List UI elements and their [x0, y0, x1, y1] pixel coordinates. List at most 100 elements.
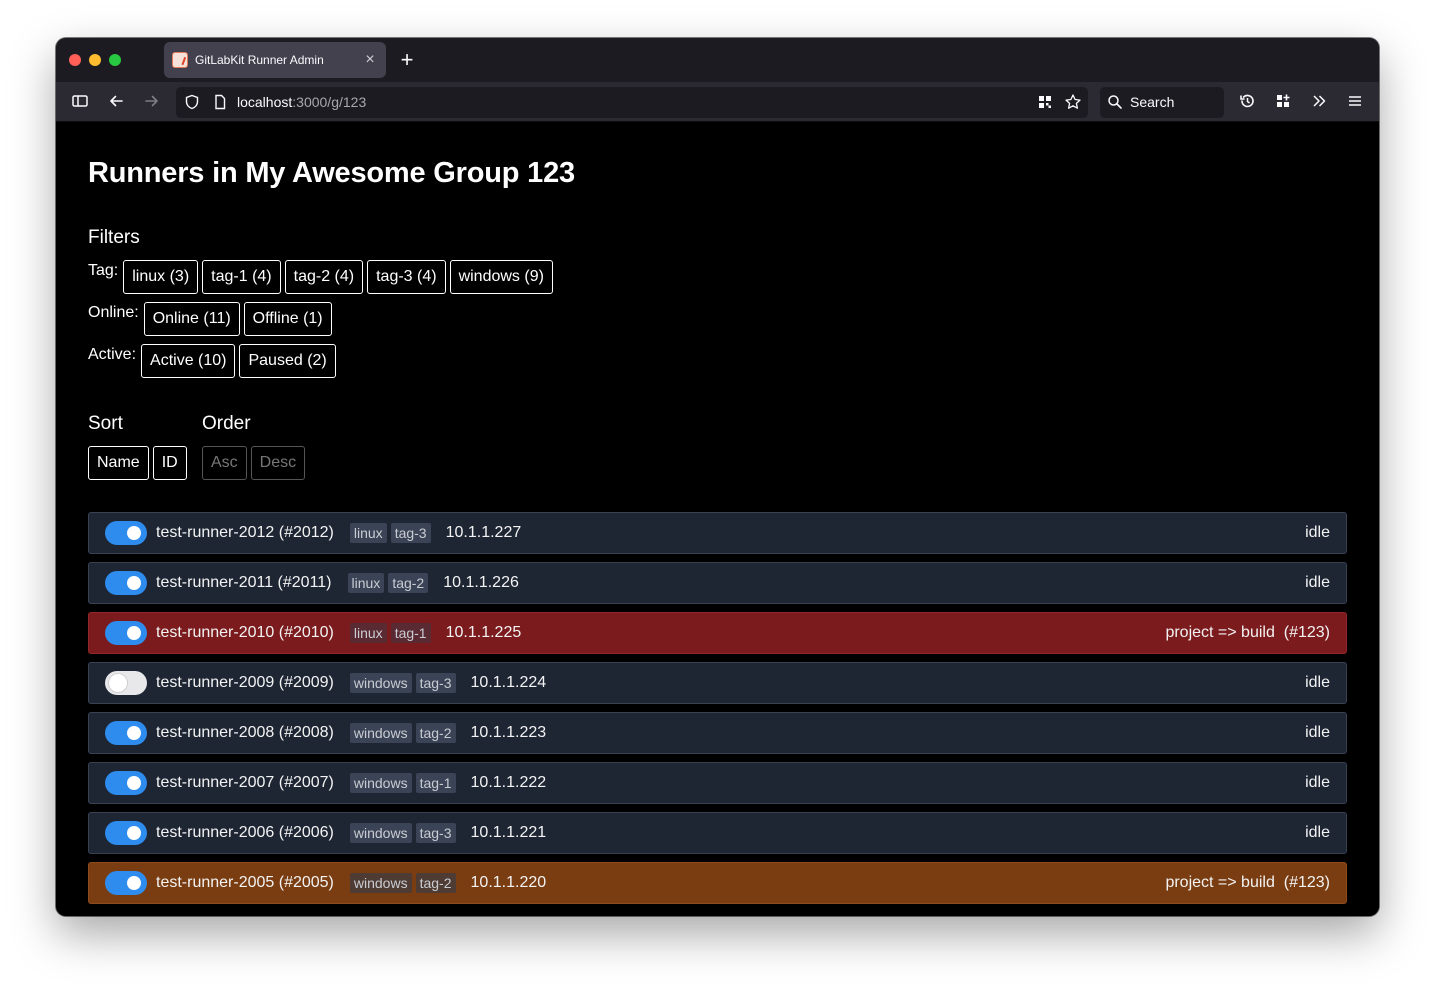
shield-icon[interactable] — [182, 93, 202, 117]
runner-active-toggle[interactable] — [105, 621, 147, 645]
runner-active-toggle[interactable] — [105, 821, 147, 845]
runner-status: idle — [1305, 524, 1330, 541]
runner-tag: tag-2 — [415, 723, 456, 743]
runner-name: test-runner-2012 (#2012) — [156, 524, 334, 541]
runner-row[interactable]: test-runner-2009 (#2009) windows tag-3 10.1… — [88, 662, 1347, 704]
runner-tag: windows — [349, 873, 412, 893]
runner-active-toggle[interactable] — [105, 871, 147, 895]
sort-name-button[interactable]: Name — [88, 446, 149, 480]
filter-chip-tag-3[interactable]: tag-3 (4) — [367, 260, 446, 294]
runner-status: idle — [1305, 774, 1330, 791]
back-arrow-icon[interactable] — [106, 92, 126, 116]
runner-tag: tag-3 — [415, 673, 456, 693]
runner-status: project => build (#123) — [1165, 874, 1330, 891]
sort-id-button[interactable]: ID — [152, 446, 187, 480]
nav-toolbar: localhost:3000/g/123 Search — [56, 82, 1379, 122]
runner-ip: 10.1.1.223 — [470, 724, 547, 741]
runner-name: test-runner-2011 (#2011) — [156, 574, 332, 591]
runner-ip: 10.1.1.227 — [445, 524, 522, 541]
runner-tag: tag-3 — [390, 523, 431, 543]
hamburger-menu-icon[interactable] — [1345, 92, 1365, 116]
filter-label-online: Online: — [88, 304, 139, 321]
sidebar-toggle-icon[interactable] — [70, 92, 90, 116]
runner-ip: 10.1.1.225 — [445, 624, 522, 641]
filter-label-tag: Tag: — [88, 262, 119, 279]
close-tab-icon[interactable]: × — [360, 51, 380, 69]
runner-active-toggle[interactable] — [105, 671, 147, 695]
extensions-icon[interactable] — [1273, 92, 1293, 116]
filter-chip-linux[interactable]: linux (3) — [123, 260, 199, 294]
tab-title: GitLabKit Runner Admin — [195, 53, 324, 67]
runner-row[interactable]: test-runner-2005 (#2005) windows tag-2 10.1… — [88, 862, 1347, 904]
sort-options: Name ID — [88, 446, 191, 480]
overflow-chevrons-icon[interactable] — [1309, 92, 1329, 116]
runner-active-toggle[interactable] — [105, 571, 147, 595]
runner-tag: tag-2 — [388, 573, 429, 593]
runner-active-toggle[interactable] — [105, 721, 147, 745]
runner-status: idle — [1305, 574, 1330, 591]
runner-ip: 10.1.1.226 — [443, 574, 519, 591]
runner-tag: windows — [349, 823, 412, 843]
runner-status: project => build (#123) — [1165, 624, 1330, 641]
runner-tag: tag-2 — [415, 873, 456, 893]
runner-name: test-runner-2005 (#2005) — [156, 874, 334, 891]
runner-tag: tag-1 — [415, 773, 456, 793]
history-icon[interactable] — [1237, 92, 1257, 116]
qr-code-icon[interactable] — [1035, 93, 1055, 117]
runner-list: test-runner-2012 (#2012) linux tag-3 10.1.1… — [88, 512, 1347, 912]
filter-chip-active[interactable]: Active (10) — [141, 344, 236, 378]
url-bar[interactable]: localhost:3000/g/123 — [176, 87, 1088, 118]
order-desc-button[interactable]: Desc — [250, 446, 306, 480]
runner-tag: windows — [349, 673, 412, 693]
runner-active-toggle[interactable] — [105, 521, 147, 545]
runner-tag: linux — [347, 573, 385, 593]
gitlab-favicon-icon — [172, 52, 188, 68]
order-heading: Order — [202, 413, 251, 434]
filter-chip-offline[interactable]: Offline (1) — [243, 302, 332, 336]
runner-tag: tag-1 — [390, 623, 431, 643]
page-content: Runners in My Awesome Group 123 Filters … — [56, 123, 1379, 916]
runner-row[interactable]: test-runner-2006 (#2006) windows tag-3 10.1… — [88, 812, 1347, 854]
runner-tag: linux — [349, 523, 387, 543]
page-title: Runners in My Awesome Group 123 — [88, 157, 575, 189]
order-asc-button[interactable]: Asc — [202, 446, 247, 480]
filter-chip-paused[interactable]: Paused (2) — [239, 344, 336, 378]
search-box[interactable]: Search — [1100, 87, 1224, 118]
url-path: :3000/g/123 — [292, 94, 367, 110]
page-info-icon[interactable] — [210, 93, 230, 117]
new-tab-button[interactable]: + — [398, 48, 416, 72]
runner-row[interactable]: test-runner-2011 (#2011) linux tag-2 10.1.1… — [88, 562, 1347, 604]
url-text[interactable]: localhost:3000/g/123 — [237, 94, 366, 110]
search-icon — [1105, 93, 1125, 117]
tab-strip: GitLabKit Runner Admin × + — [56, 38, 1379, 82]
filter-row-active: Active: Active (10) Paused (2) — [88, 344, 340, 378]
runner-row[interactable]: test-runner-2012 (#2012) linux tag-3 10.1.1… — [88, 512, 1347, 554]
filter-chip-tag-2[interactable]: tag-2 (4) — [284, 260, 364, 294]
close-window-button[interactable] — [69, 54, 81, 66]
runner-name: test-runner-2006 (#2006) — [156, 824, 334, 841]
filter-label-active: Active: — [88, 346, 137, 363]
filter-chip-windows[interactable]: windows (9) — [449, 260, 553, 294]
runner-tag: windows — [349, 773, 412, 793]
tab-active[interactable]: GitLabKit Runner Admin × — [164, 42, 386, 78]
minimize-window-button[interactable] — [89, 54, 101, 66]
runner-row[interactable]: test-runner-2007 (#2007) windows tag-1 10.1… — [88, 762, 1347, 804]
runner-name: test-runner-2009 (#2009) — [156, 674, 334, 691]
bookmark-star-icon[interactable] — [1063, 93, 1083, 117]
filters-heading: Filters — [88, 227, 140, 248]
runner-active-toggle[interactable] — [105, 771, 147, 795]
runner-ip: 10.1.1.222 — [470, 774, 547, 791]
filter-row-online: Online: Online (11) Offline (1) — [88, 302, 336, 336]
forward-arrow-icon[interactable] — [142, 92, 162, 116]
runner-ip: 10.1.1.221 — [470, 824, 547, 841]
filter-chip-tag-1[interactable]: tag-1 (4) — [202, 260, 281, 294]
filter-row-tag: Tag: linux (3) tag-1 (4) tag-2 (4) tag-3… — [88, 260, 557, 294]
runner-tag: linux — [349, 623, 387, 643]
filter-chip-online[interactable]: Online (11) — [143, 302, 240, 336]
search-placeholder: Search — [1130, 94, 1175, 110]
runner-row[interactable]: test-runner-2010 (#2010) linux tag-1 10.1.1… — [88, 612, 1347, 654]
runner-status: idle — [1305, 824, 1330, 841]
zoom-window-button[interactable] — [109, 54, 121, 66]
runner-status: idle — [1305, 724, 1330, 741]
runner-row[interactable]: test-runner-2008 (#2008) windows tag-2 10.1… — [88, 712, 1347, 754]
